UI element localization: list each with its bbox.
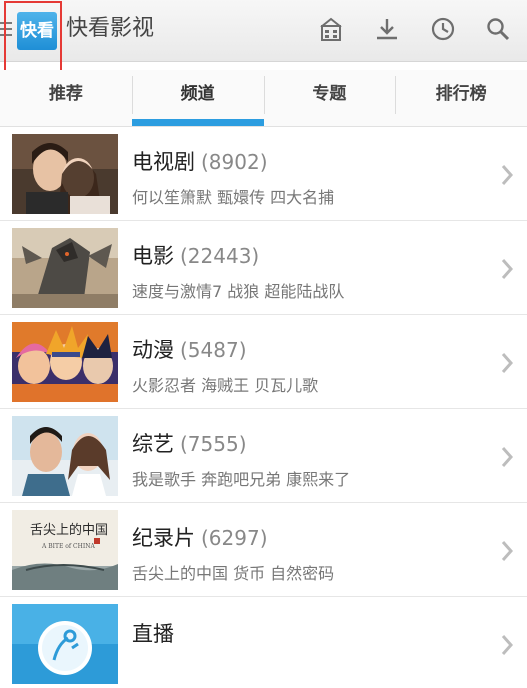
top-bar: 快看 快看影视 [0, 0, 527, 62]
channel-subtitle: 速度与激情7 战狼 超能陆战队 [132, 282, 345, 301]
channel-title: 纪录片 (6297) [132, 523, 268, 553]
menu-icon[interactable] [0, 22, 12, 36]
tv-thumbnail [12, 134, 118, 214]
channel-subtitle: 火影忍者 海贼王 贝瓦儿歌 [132, 376, 319, 395]
history-icon[interactable] [428, 14, 458, 44]
documentary-thumbnail: 舌尖上的中国 A BITE of CHINA [12, 510, 118, 590]
documentary-thumb-title: 舌尖上的中国 [30, 522, 108, 538]
channel-subtitle: 舌尖上的中国 货币 自然密码 [132, 564, 335, 583]
channel-name: 纪录片 [132, 526, 195, 550]
chevron-right-icon [501, 541, 514, 561]
channel-name: 综艺 [132, 432, 174, 456]
channel-title: 直播 [132, 619, 174, 649]
app-title: 快看影视 [66, 16, 155, 41]
channel-row-tv[interactable]: 电视剧 (8902) 何以笙箫默 甄嬛传 四大名捕 [0, 127, 527, 221]
channel-count: (8902) [201, 150, 268, 174]
channel-title: 综艺 (7555) [132, 429, 247, 459]
channel-count: (22443) [180, 244, 260, 268]
channel-title: 电影 (22443) [132, 241, 259, 271]
channel-count: (7555) [180, 432, 247, 456]
store-icon[interactable] [316, 14, 346, 44]
chevron-right-icon [501, 353, 514, 373]
channel-subtitle: 何以笙箫默 甄嬛传 四大名捕 [132, 188, 335, 207]
tab-recommend[interactable]: 推荐 [0, 70, 132, 126]
channel-name: 直播 [132, 622, 174, 646]
tab-channels[interactable]: 频道 [131, 70, 264, 126]
movie-thumbnail [12, 228, 118, 308]
tab-bar: 推荐 频道 专题 排行榜 [0, 70, 527, 127]
channel-subtitle: 我是歌手 奔跑吧兄弟 康熙来了 [132, 470, 351, 489]
channel-name: 电视剧 [132, 150, 195, 174]
chevron-right-icon [501, 447, 514, 467]
channel-name: 动漫 [132, 338, 174, 362]
documentary-thumb-subtitle: A BITE of CHINA [41, 543, 95, 550]
tab-topics[interactable]: 专题 [263, 70, 396, 126]
chevron-right-icon [501, 165, 514, 185]
variety-thumbnail [12, 416, 118, 496]
channel-name: 电影 [132, 244, 174, 268]
anime-thumbnail [12, 322, 118, 402]
channel-title: 电视剧 (8902) [132, 147, 268, 177]
app-logo[interactable]: 快看 [17, 12, 57, 50]
chevron-right-icon [501, 259, 514, 279]
live-thumbnail [12, 604, 118, 684]
channel-row-anime[interactable]: 动漫 (5487) 火影忍者 海贼王 贝瓦儿歌 [0, 315, 527, 409]
channel-row-variety[interactable]: 综艺 (7555) 我是歌手 奔跑吧兄弟 康熙来了 [0, 409, 527, 503]
channel-row-live[interactable]: 直播 [0, 597, 527, 688]
channel-count: (6297) [201, 526, 268, 550]
channel-list: 电视剧 (8902) 何以笙箫默 甄嬛传 四大名捕 电影 (22443) 速度与激情… [0, 127, 527, 688]
channel-count: (5487) [180, 338, 247, 362]
channel-title: 动漫 (5487) [132, 335, 247, 365]
tab-rankings[interactable]: 排行榜 [395, 70, 527, 126]
search-icon[interactable] [483, 14, 513, 44]
channel-row-documentary[interactable]: 舌尖上的中国 A BITE of CHINA 纪录片 (6297) 舌尖上的中国 … [0, 503, 527, 597]
download-icon[interactable] [372, 14, 402, 44]
channel-row-movies[interactable]: 电影 (22443) 速度与激情7 战狼 超能陆战队 [0, 221, 527, 315]
chevron-right-icon [501, 635, 514, 655]
